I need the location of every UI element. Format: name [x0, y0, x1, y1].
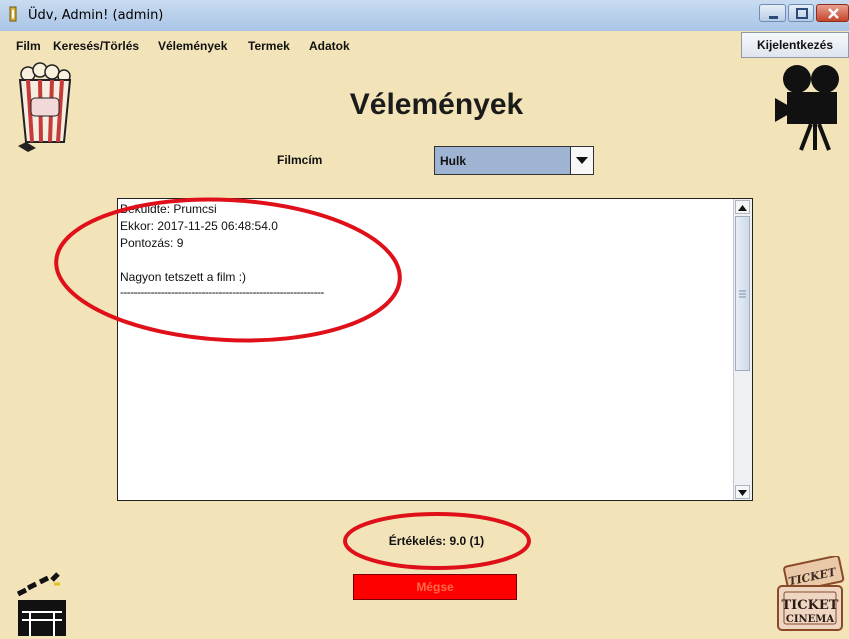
- review-comment: Nagyon tetszett a film :): [120, 270, 247, 284]
- rating-summary: Értékelés: 9.0 (1): [388, 534, 485, 548]
- review-score: Pontozás: 9: [120, 236, 184, 250]
- title-bar: Üdv, Admin! (admin): [0, 0, 849, 32]
- page-title: Vélemények: [349, 88, 524, 121]
- chevron-down-icon: [576, 157, 588, 164]
- film-select-value: Hulk: [440, 154, 467, 168]
- app-window: Üdv, Admin! (admin) Film Keresés/Törlés …: [0, 0, 849, 639]
- review-submitter: Beküldte: Prumcsi: [120, 202, 217, 216]
- arrow-up-icon: [738, 205, 747, 211]
- scrollbar-thumb[interactable]: [735, 216, 750, 371]
- minimize-icon: [769, 16, 778, 19]
- film-select[interactable]: Hulk: [434, 146, 594, 175]
- arrow-down-icon: [738, 490, 747, 496]
- close-icon: [828, 8, 839, 19]
- maximize-icon: [796, 8, 808, 19]
- scroll-up-button[interactable]: [735, 200, 750, 214]
- menu-data[interactable]: Adatok: [309, 39, 350, 53]
- film-select-dropdown-button[interactable]: [570, 147, 593, 174]
- close-button[interactable]: [816, 4, 849, 22]
- scroll-down-button[interactable]: [735, 485, 750, 499]
- reviews-textarea[interactable]: Beküldte: Prumcsi Ekkor: 2017-11-25 06:4…: [117, 198, 753, 501]
- menu-bar: Film Keresés/Törlés Vélemények Termek Ad…: [0, 31, 849, 60]
- vertical-scrollbar[interactable]: [733, 199, 752, 500]
- menu-search-delete[interactable]: Keresés/Törlés: [53, 39, 139, 53]
- maximize-button[interactable]: [788, 4, 814, 22]
- film-title-label: Filmcím: [277, 153, 323, 167]
- review-date: Ekkor: 2017-11-25 06:48:54.0: [120, 219, 278, 233]
- window-title: Üdv, Admin! (admin): [28, 8, 164, 23]
- clapperboard-icon: [16, 572, 66, 636]
- menu-rooms[interactable]: Termek: [248, 39, 290, 53]
- cancel-button[interactable]: Mégse: [353, 574, 517, 600]
- app-icon: [9, 6, 17, 22]
- menu-film[interactable]: Film: [16, 39, 41, 53]
- grip-icon: [739, 290, 746, 298]
- ticket-main-text: TICKET: [782, 598, 839, 613]
- menu-reviews[interactable]: Vélemények: [158, 39, 227, 53]
- ticket-icon: TICKET TICKET CINEMA: [777, 556, 845, 631]
- review-separator: ----------------------------------------…: [120, 285, 324, 299]
- minimize-button[interactable]: [759, 4, 786, 22]
- logout-button[interactable]: Kijelentkezés: [741, 32, 849, 58]
- ticket-sub-text: CINEMA: [786, 614, 834, 625]
